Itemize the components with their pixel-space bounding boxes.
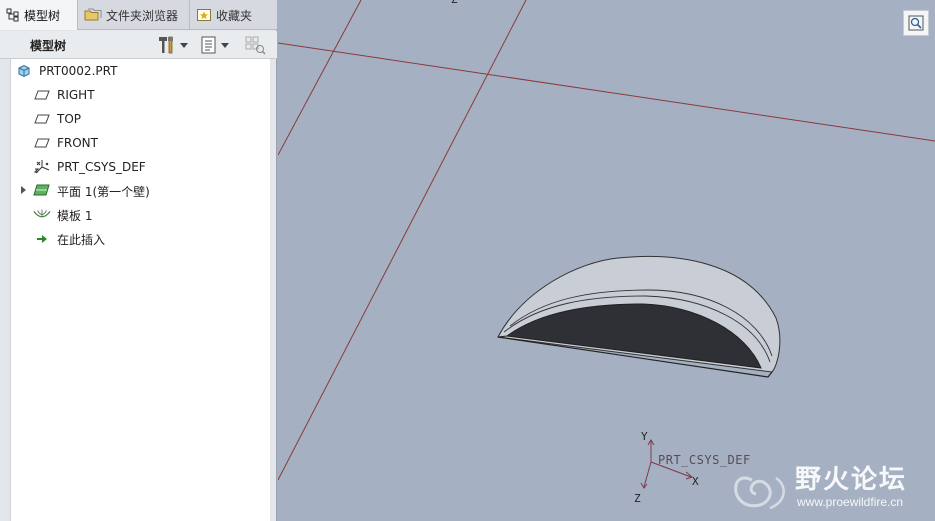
tab-label: 文件夹浏览器 [106, 8, 179, 23]
csys-icon [33, 158, 51, 176]
datum-plane-edge [278, 0, 362, 156]
datum-plane-icon [33, 86, 51, 104]
chevron-down-icon [221, 42, 229, 48]
show-button[interactable] [200, 34, 229, 56]
tree-item-flat-wall[interactable]: 平面 1(第一个壁) [33, 180, 150, 202]
tree-item-insert-here[interactable]: 在此插入 [33, 228, 105, 250]
expand-arrow-icon[interactable] [21, 186, 26, 194]
tree-item-label: RIGHT [57, 88, 95, 102]
part-icon [15, 62, 33, 80]
favorites-icon [197, 9, 211, 21]
axis-y-label: Y [641, 430, 648, 443]
zoom-button[interactable] [903, 10, 929, 36]
panel-tabs: 模型树 文件夹浏览器 收藏夹 [0, 0, 277, 30]
tree-item-right[interactable]: RIGHT [33, 84, 95, 106]
tree-item-form[interactable]: 模板 1 [33, 204, 92, 226]
tab-favorites[interactable]: 收藏夹 [190, 0, 276, 30]
scene [278, 0, 935, 510]
tree-item-label: PRT0002.PRT [39, 64, 118, 78]
tree-icon [6, 8, 19, 22]
datum-plane-icon [33, 110, 51, 128]
graphics-viewport[interactable]: Z Y X Z PRT_CSYS_DEF 野火论坛 www.proewildfi… [278, 0, 935, 521]
filter-icon [245, 36, 266, 55]
part-model [497, 255, 781, 378]
tree-item-label: 平面 1(第一个壁) [57, 184, 150, 199]
datum-plane-edge [278, 42, 935, 142]
model-tree: PRT0002.PRT RIGHT TOP FRONT PRT_CSYS_DEF… [10, 59, 270, 521]
insert-here-icon [33, 230, 51, 248]
show-list-icon [201, 36, 216, 54]
datum-plane-icon [33, 134, 51, 152]
model-tree-panel: 模型树 文件夹浏览器 收藏夹 模型树 PRT0002.PRT RIGHT TOP… [0, 0, 277, 521]
settings-tools-icon [159, 36, 173, 54]
tree-item-label: FRONT [57, 136, 98, 150]
sheetmetal-wall-icon [33, 182, 51, 200]
chevron-down-icon [180, 42, 188, 48]
watermark-title: 野火论坛 [795, 465, 908, 495]
tab-label: 收藏夹 [216, 8, 253, 23]
watermark: 野火论坛 www.proewildfire.cn [725, 455, 929, 515]
settings-button[interactable] [157, 34, 188, 56]
form-icon [33, 206, 51, 224]
zoom-fit-icon [908, 15, 924, 31]
filter-button[interactable] [245, 34, 267, 56]
datum-plane-edge [278, 0, 527, 481]
tree-item-csys[interactable]: PRT_CSYS_DEF [33, 156, 146, 178]
tree-item-label: PRT_CSYS_DEF [57, 160, 146, 174]
tree-item-top[interactable]: TOP [33, 108, 81, 130]
tab-model-tree[interactable]: 模型树 [0, 0, 78, 30]
tree-item-label: 在此插入 [57, 232, 106, 247]
axis-z-label: Z [634, 492, 641, 505]
tree-item-label: TOP [57, 112, 82, 126]
watermark-url: www.proewildfire.cn [797, 495, 904, 509]
tab-label: 模型树 [24, 8, 61, 23]
top-axis-label: Z [451, 0, 458, 6]
tree-item-front[interactable]: FRONT [33, 132, 98, 154]
folder-icon [84, 8, 102, 21]
model-tree-toolbar: 模型树 [0, 31, 277, 59]
tree-item-label: 模板 1 [57, 208, 93, 223]
axis-x-label: X [692, 475, 699, 488]
tree-item-part[interactable]: PRT0002.PRT [15, 60, 117, 82]
tab-folder-browser[interactable]: 文件夹浏览器 [78, 0, 190, 30]
toolbar-title: 模型树 [30, 39, 67, 53]
